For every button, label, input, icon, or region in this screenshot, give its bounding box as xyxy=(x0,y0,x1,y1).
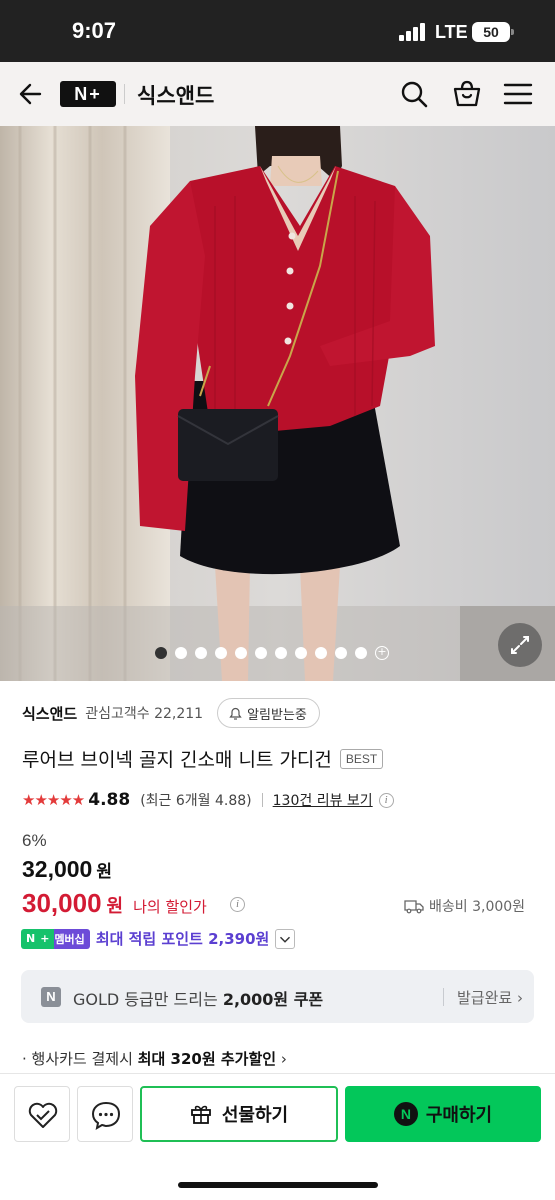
gift-button[interactable]: 선물하기 xyxy=(140,1086,338,1142)
expand-icon xyxy=(511,636,529,654)
discount-info-icon[interactable]: i xyxy=(230,897,245,912)
gallery-dot[interactable] xyxy=(155,647,167,659)
gallery-dot[interactable] xyxy=(315,647,327,659)
status-time: 9:07 xyxy=(72,18,117,43)
header-divider xyxy=(124,84,125,104)
product-image[interactable] xyxy=(0,126,555,681)
buy-label: 구매하기 xyxy=(425,1105,493,1126)
best-badge: BEST xyxy=(339,748,384,769)
rating-row: ★★★★★ 4.88 (최근 6개월 4.88) 130건 리뷰 보기 i xyxy=(22,790,394,810)
top-nav-bar: N+ 식스앤드 xyxy=(0,62,555,126)
card-discount-row[interactable]: · 행사카드 결제시 최대 320원 추가할인 › xyxy=(22,1048,287,1069)
menu-icon[interactable] xyxy=(503,79,533,109)
shipping-fee: 배송비 3,000원 xyxy=(404,896,525,916)
notify-label: 알림받는중 xyxy=(247,707,307,723)
talk-button[interactable] xyxy=(77,1086,133,1142)
gallery-dot[interactable] xyxy=(175,647,187,659)
gallery-more-icon[interactable]: + xyxy=(375,646,389,660)
gallery-dot[interactable] xyxy=(275,647,287,659)
truck-icon xyxy=(404,900,424,914)
gallery-dot[interactable] xyxy=(255,647,267,659)
shopping-bag-icon[interactable] xyxy=(452,79,482,109)
gift-label: 선물하기 xyxy=(221,1105,289,1126)
buy-button[interactable]: N 구매하기 xyxy=(345,1086,541,1142)
bottom-action-bar: 선물하기 N 구매하기 xyxy=(0,1074,555,1200)
gallery-dot[interactable] xyxy=(295,647,307,659)
seller-name[interactable]: 식스앤드 xyxy=(22,703,77,724)
gallery-dot[interactable] xyxy=(355,647,367,659)
coupon-text: GOLD 등급만 드리는 2,000원 쿠폰 xyxy=(73,990,324,1009)
rating-stars-icon: ★★★★★ xyxy=(22,791,85,809)
product-title-row: 루어브 브이넥 골지 긴소매 니트 가디건 BEST xyxy=(22,745,384,772)
membership-badge: N + 멤버십 xyxy=(21,928,90,949)
rating-divider xyxy=(261,793,263,807)
coupon-status[interactable]: 발급완료 › xyxy=(457,987,523,1008)
chat-bubble-icon xyxy=(91,1101,121,1131)
notify-button[interactable]: 알림받는중 xyxy=(217,698,320,728)
discount-rate: 6% xyxy=(22,831,47,850)
battery-icon: 50 xyxy=(472,22,514,42)
naver-n-icon: N xyxy=(41,987,61,1007)
interest-count: 관심고객수 22,211 xyxy=(85,706,204,722)
info-icon[interactable]: i xyxy=(378,792,394,808)
gift-icon xyxy=(190,1105,211,1124)
bell-check-icon xyxy=(229,707,242,720)
rating-recent: (최근 6개월 4.88) xyxy=(140,793,252,809)
gallery-dot[interactable] xyxy=(195,647,207,659)
my-discount-label[interactable]: 나의 할인가 xyxy=(133,896,207,917)
product-photo xyxy=(0,126,555,681)
gallery-dot[interactable] xyxy=(215,647,227,659)
gallery-pagination[interactable]: + xyxy=(155,646,389,660)
gallery-dot[interactable] xyxy=(235,647,247,659)
signal-icon xyxy=(399,23,427,41)
chevron-down-icon[interactable] xyxy=(275,928,296,949)
status-bar: 9:07 LTE 50 xyxy=(0,0,555,62)
naver-pay-icon: N xyxy=(393,1102,418,1126)
store-title[interactable]: 식스앤드 xyxy=(137,80,214,110)
max-points-text: 최대 적립 포인트 2,390원 xyxy=(95,930,270,948)
sale-price: 30,000 원 나의 할인가 xyxy=(22,888,207,918)
expand-image-button[interactable] xyxy=(498,623,542,667)
wishlist-button[interactable] xyxy=(14,1086,70,1142)
coupon-banner[interactable]: N GOLD 등급만 드리는 2,000원 쿠폰 발급완료 › xyxy=(21,970,534,1023)
heart-check-icon xyxy=(28,1102,58,1128)
gallery-dot[interactable] xyxy=(335,647,347,659)
review-link[interactable]: 130건 리뷰 보기 xyxy=(273,790,373,810)
back-arrow-icon[interactable] xyxy=(18,81,44,107)
original-price: 32,000 원 xyxy=(22,856,112,882)
points-row[interactable]: N + 멤버십 최대 적립 포인트 2,390원 xyxy=(21,928,296,949)
network-label: LTE xyxy=(435,22,468,42)
coupon-divider xyxy=(443,988,444,1006)
home-indicator xyxy=(178,1182,378,1188)
product-title: 루어브 브이넥 골지 긴소매 니트 가디건 xyxy=(22,749,332,771)
search-icon[interactable] xyxy=(399,79,429,109)
naver-plus-logo[interactable]: N+ xyxy=(60,81,116,107)
rating-score: 4.88 xyxy=(88,790,131,810)
seller-row: 식스앤드 관심고객수 22,211 알림받는중 xyxy=(22,698,320,728)
